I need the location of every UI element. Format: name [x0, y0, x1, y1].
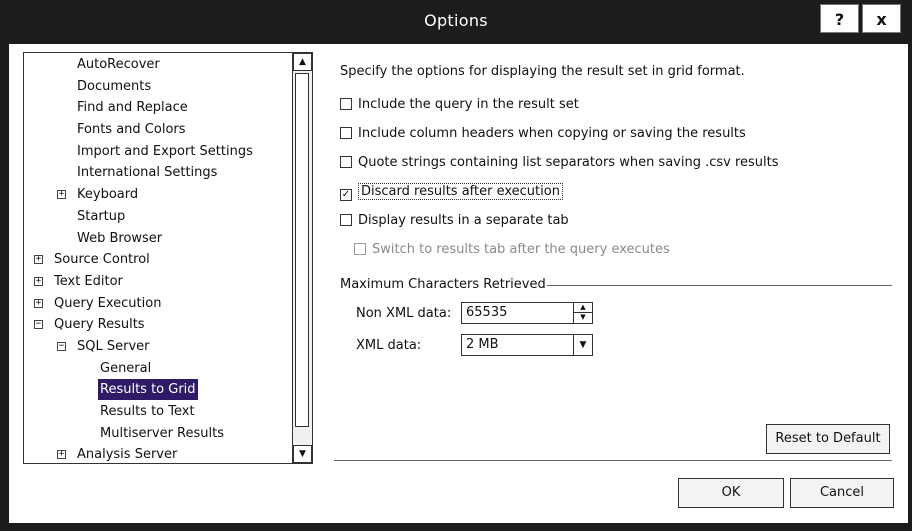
tree-item-label: Fonts and Colors	[77, 122, 186, 138]
checkbox-icon	[354, 243, 366, 255]
number-spinner[interactable]: ▲ ▼	[573, 303, 592, 323]
checkbox-icon[interactable]	[340, 214, 352, 226]
switch-tab-checkbox: Switch to results tab after the query ex…	[354, 241, 670, 259]
cancel-button[interactable]: Cancel	[790, 478, 894, 508]
expand-icon[interactable]: +	[34, 255, 43, 265]
collapse-icon[interactable]: −	[57, 341, 66, 351]
checkmark-icon[interactable]: ✓	[340, 189, 352, 201]
tree-item[interactable]: Startup	[24, 206, 292, 228]
collapse-icon[interactable]: −	[34, 320, 43, 330]
tree-item-label: Keyboard	[77, 187, 139, 203]
ok-button[interactable]: OK	[678, 478, 784, 508]
tree-item[interactable]: AutoRecover	[24, 54, 292, 76]
tree-item-label: Multiserver Results	[100, 425, 225, 441]
title-bar: Options ? x	[0, 0, 912, 44]
expand-icon[interactable]: +	[34, 276, 43, 286]
xml-data-select[interactable]: 2 MB ▼	[461, 334, 593, 356]
tree-item-label: Startup	[77, 208, 126, 224]
tree-item-label: Results to Grid	[98, 379, 198, 401]
tree-item[interactable]: − SQL Server	[24, 336, 292, 358]
tree-item-label: Documents	[77, 78, 152, 94]
option-label: Switch to results tab after the query ex…	[372, 242, 670, 257]
tree-item[interactable]: International Settings	[24, 162, 292, 184]
tree-item[interactable]: − Query Results	[24, 314, 292, 336]
max-chars-group-title: Maximum Characters Retrieved	[340, 277, 546, 292]
tree-item-label: SQL Server	[77, 338, 150, 354]
tree-item-label: Source Control	[54, 252, 150, 268]
tree-item-label: Find and Replace	[77, 100, 188, 116]
include-query-checkbox[interactable]: Include the query in the result set	[340, 96, 579, 114]
spin-down-icon[interactable]: ▼	[574, 313, 592, 322]
tree-item[interactable]: + Text Editor	[24, 271, 292, 293]
footer-divider	[334, 460, 892, 461]
chevron-down-icon[interactable]: ▼	[573, 335, 592, 355]
tree-item[interactable]: + Analysis Server	[24, 444, 292, 463]
xml-value: 2 MB	[466, 337, 499, 352]
separate-tab-checkbox[interactable]: Display results in a separate tab	[340, 212, 569, 230]
tree-item[interactable]: Multiserver Results	[24, 423, 292, 445]
expand-icon[interactable]: +	[57, 450, 66, 460]
scroll-thumb[interactable]	[295, 73, 309, 427]
tree-item-label: Results to Text	[100, 404, 195, 419]
scroll-down-icon[interactable]: ▼	[293, 445, 312, 463]
quote-strings-checkbox[interactable]: Quote strings containing list separators…	[340, 154, 779, 172]
tree-item-label: Import and Export Settings	[77, 143, 253, 159]
group-divider	[547, 285, 892, 286]
expand-icon[interactable]: +	[34, 298, 43, 308]
tree-item-label: Web Browser	[77, 230, 163, 246]
spin-up-icon[interactable]: ▲	[574, 303, 592, 313]
tree-list: AutoRecover Documents Find and Replace Font…	[24, 54, 292, 463]
include-headers-checkbox[interactable]: Include column headers when copying or s…	[340, 125, 746, 143]
tree-item-label: AutoRecover	[77, 57, 160, 72]
tree-item[interactable]: General	[24, 358, 292, 380]
non-xml-label: Non XML data:	[356, 306, 452, 321]
page-description: Specify the options for displaying the r…	[340, 64, 745, 79]
help-button[interactable]: ?	[820, 4, 859, 33]
close-button[interactable]: x	[862, 4, 901, 33]
option-label: Display results in a separate tab	[358, 213, 569, 228]
xml-label: XML data:	[356, 338, 422, 353]
tree-item[interactable]: + Source Control	[24, 249, 292, 271]
tree-item[interactable]: Import and Export Settings	[24, 141, 292, 163]
discard-results-checkbox[interactable]: ✓ Discard results after execution	[340, 183, 563, 201]
checkbox-icon[interactable]	[340, 127, 352, 139]
tree-item[interactable]: + Keyboard	[24, 184, 292, 206]
checkbox-icon[interactable]	[340, 156, 352, 168]
expand-icon[interactable]: +	[57, 190, 66, 200]
tree-item[interactable]: Documents	[24, 76, 292, 98]
tree-item[interactable]: Web Browser	[24, 228, 292, 250]
tree-item-label: International Settings	[77, 165, 218, 181]
checkbox-icon[interactable]	[340, 98, 352, 110]
option-label: Quote strings containing list separators…	[358, 155, 779, 170]
tree-scrollbar[interactable]: ▲ ▼	[292, 53, 312, 463]
tree-item[interactable]: Results to Grid	[24, 379, 292, 401]
tree-item-label: General	[100, 360, 152, 376]
non-xml-data-input[interactable]: 65535 ▲ ▼	[461, 302, 593, 324]
tree-item-label: Text Editor	[54, 273, 123, 289]
reset-to-default-button[interactable]: Reset to Default	[766, 424, 890, 454]
scroll-up-icon[interactable]: ▲	[293, 53, 312, 71]
options-dialog: Options ? x AutoRecover Documents Find and…	[0, 0, 912, 531]
option-label: Include the query in the result set	[358, 97, 579, 112]
options-tree[interactable]: AutoRecover Documents Find and Replace Font…	[23, 52, 313, 464]
option-label: Include column headers when copying or s…	[358, 126, 746, 141]
tree-item-label: Query Execution	[54, 295, 162, 311]
tree-item[interactable]: Find and Replace	[24, 97, 292, 119]
tree-item[interactable]: Results to Text	[24, 401, 292, 423]
option-label: Discard results after execution	[358, 183, 563, 200]
dialog-title: Options	[424, 11, 488, 30]
tree-item-label: Query Results	[54, 317, 145, 333]
tree-item-label: Analysis Server	[77, 447, 178, 463]
tree-item[interactable]: Fonts and Colors	[24, 119, 292, 141]
tree-item[interactable]: + Query Execution	[24, 293, 292, 315]
non-xml-value: 65535	[466, 305, 508, 320]
